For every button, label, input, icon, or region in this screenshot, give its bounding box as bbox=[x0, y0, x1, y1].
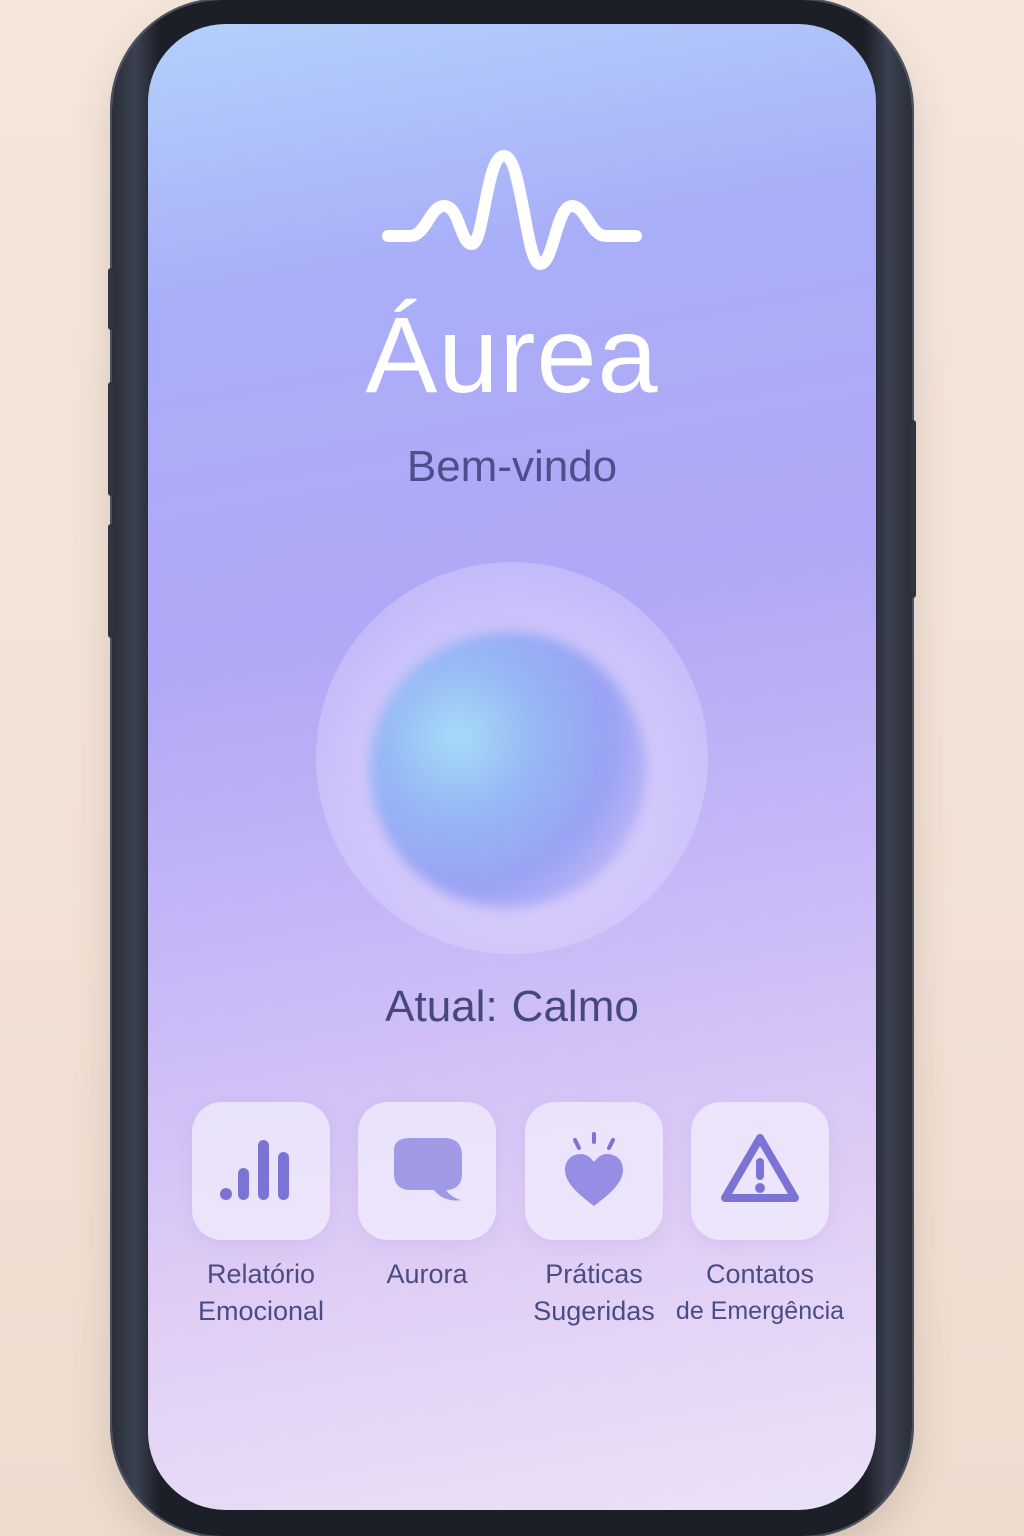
aurora-label-line1: Aurora bbox=[386, 1259, 468, 1289]
app-title: Áurea bbox=[365, 294, 659, 415]
heart-sparkle-icon bbox=[565, 1132, 623, 1206]
contatos-emergencia-button[interactable] bbox=[691, 1102, 829, 1240]
aurora-label: Aurora bbox=[332, 1256, 522, 1293]
phone-side-button bbox=[108, 268, 114, 330]
phone-volume-up-button bbox=[108, 382, 114, 496]
contatos-label-line2: de Emergência bbox=[675, 1297, 845, 1325]
praticas-sugeridas-label: Práticas Sugeridas bbox=[499, 1256, 689, 1330]
bar-chart-icon bbox=[220, 1140, 289, 1200]
contatos-emergencia-label: Contatos de Emergência bbox=[665, 1256, 855, 1330]
mood-orb[interactable] bbox=[370, 632, 646, 908]
current-mood-value: Calmo bbox=[511, 982, 639, 1031]
praticas-label-line2: Sugeridas bbox=[533, 1296, 655, 1326]
contatos-label-line1: Contatos bbox=[705, 1259, 815, 1289]
current-mood: Atual: Calmo bbox=[148, 982, 876, 1032]
phone-volume-down-button bbox=[108, 524, 114, 638]
aurora-button[interactable] bbox=[358, 1102, 496, 1240]
praticas-label-line1: Práticas bbox=[545, 1259, 643, 1289]
welcome-text: Bem-vindo bbox=[406, 442, 618, 491]
action-tiles: Relatório Emocional Aurora Práticas Suge… bbox=[192, 1102, 844, 1342]
current-mood-label: Atual: bbox=[385, 982, 498, 1031]
app-screen: Áurea Bem-vindo Atual: Calmo Relatório Em… bbox=[148, 24, 876, 1510]
heartbeat-wave-logo-icon bbox=[382, 150, 642, 270]
relatorio-emocional-label: Relatório Emocional bbox=[166, 1256, 356, 1330]
relatorio-emocional-button[interactable] bbox=[192, 1102, 330, 1240]
warning-triangle-icon bbox=[721, 1134, 799, 1202]
relatorio-label-line1: Relatório bbox=[206, 1259, 316, 1289]
chat-bubble-icon bbox=[394, 1138, 462, 1201]
relatorio-label-line2: Emocional bbox=[197, 1296, 325, 1326]
phone-power-button bbox=[910, 420, 916, 598]
praticas-sugeridas-button[interactable] bbox=[525, 1102, 663, 1240]
